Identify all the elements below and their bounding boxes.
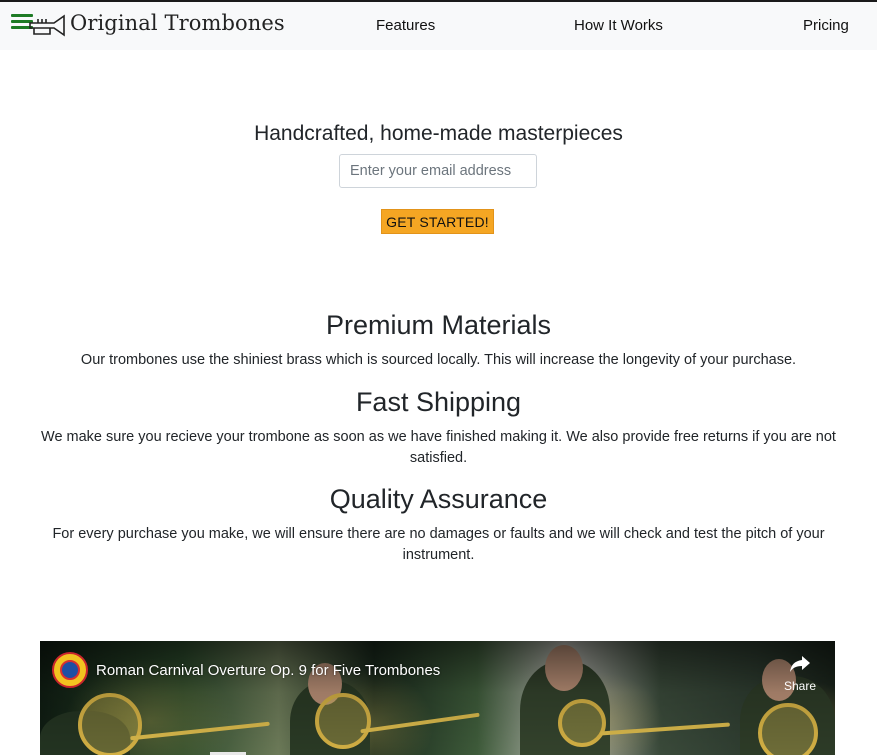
- feature-text-fast-shipping: We make sure you recieve your trombone a…: [41, 429, 836, 466]
- feature-text-premium-materials: Our trombones use the shiniest brass whi…: [80, 352, 797, 368]
- video-title[interactable]: Roman Carnival Overture Op. 9 for Five T…: [96, 662, 440, 679]
- feature-title-premium-materials: Premium Materials: [325, 310, 552, 340]
- hero-title: Handcrafted, home-made masterpieces: [254, 122, 623, 145]
- nav-link-pricing[interactable]: Pricing: [803, 17, 849, 34]
- navbar: Original Trombones Features How It Works…: [0, 0, 877, 50]
- video-player[interactable]: Roman Carnival Overture Op. 9 for Five T…: [40, 641, 835, 755]
- share-button[interactable]: Share: [778, 651, 822, 695]
- brand-name[interactable]: Original Trombones: [70, 11, 285, 35]
- trumpet-logo-icon[interactable]: [28, 13, 68, 39]
- feature-title-fast-shipping: Fast Shipping: [355, 387, 522, 417]
- share-label: Share: [783, 679, 817, 693]
- video-scene-shape: [40, 641, 835, 755]
- share-arrow-icon: [790, 656, 810, 672]
- feature-title-quality-assurance: Quality Assurance: [329, 484, 548, 514]
- channel-avatar-icon[interactable]: [52, 652, 88, 688]
- email-input[interactable]: [339, 154, 537, 188]
- feature-text-quality-assurance: For every purchase you make, we will ens…: [52, 526, 825, 563]
- get-started-button[interactable]: GET STARTED!: [381, 209, 494, 234]
- nav-link-how-it-works[interactable]: How It Works: [574, 17, 663, 34]
- nav-link-features[interactable]: Features: [376, 17, 435, 34]
